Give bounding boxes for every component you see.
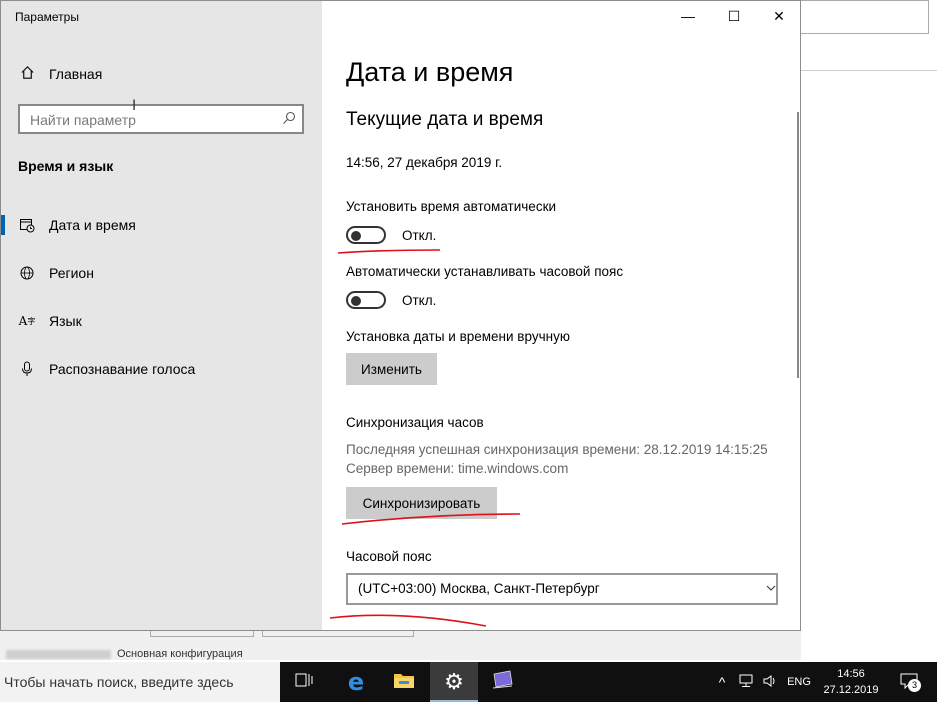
selected-indicator <box>1 215 5 235</box>
current-datetime: 14:56, 27 декабря 2019 г. <box>346 155 503 170</box>
text-cursor-icon: I <box>132 98 137 114</box>
action-center-button[interactable]: 3 <box>894 662 924 702</box>
background-status-text: Основная конфигурация <box>117 648 243 660</box>
page-title: Дата и время <box>346 57 514 87</box>
gear-icon: ⚙ <box>444 669 464 694</box>
sidebar-item-language[interactable]: A字 Язык <box>1 301 322 341</box>
nav-home-label: Главная <box>49 66 103 82</box>
sync-button[interactable]: Синхронизировать <box>346 487 497 519</box>
folder-icon <box>393 671 415 694</box>
background-status-bar: Основная конфигурация <box>0 646 801 662</box>
sidebar-item-label: Язык <box>49 313 82 329</box>
close-icon: ✕ <box>773 7 785 24</box>
notification-icon: 3 <box>900 673 921 692</box>
auto-time-label: Установить время автоматически <box>346 199 557 214</box>
auto-timezone-label: Автоматически устанавливать часовой пояс <box>346 264 624 279</box>
app-title: Параметры <box>15 10 79 24</box>
edge-icon: e <box>347 668 365 696</box>
section-label: Время и язык <box>18 158 114 174</box>
main-content: — ☐ ✕ Дата и время Текущие дата и время … <box>322 1 800 630</box>
minimize-icon: — <box>681 8 695 24</box>
file-explorer-button[interactable] <box>380 662 428 702</box>
auto-time-toggle[interactable] <box>346 226 386 244</box>
background-window <box>801 0 937 660</box>
globe-icon <box>19 265 35 281</box>
task-view-button[interactable] <box>280 662 328 702</box>
auto-timezone-state: Откл. <box>402 293 437 308</box>
task-view-icon <box>295 672 313 693</box>
chevron-down-icon <box>766 583 776 595</box>
sidebar-item-region[interactable]: Регион <box>1 253 322 293</box>
timezone-select[interactable]: (UTC+03:00) Москва, Санкт-Петербург <box>346 573 778 605</box>
network-icon <box>738 674 754 691</box>
timezone-label: Часовой пояс <box>346 549 432 564</box>
home-icon <box>19 65 35 83</box>
sidebar-item-label: Дата и время <box>49 217 136 233</box>
settings-window: Параметры Главная Найти параметр I Время… <box>0 0 801 631</box>
section-title: Текущие дата и время <box>346 109 544 130</box>
taskbar: Чтобы начать поиск, введите здесь e ⚙ ^ … <box>0 662 937 702</box>
search-icon <box>282 111 296 125</box>
language-indicator[interactable]: ENG <box>784 662 814 702</box>
auto-timezone-toggle[interactable] <box>346 291 386 309</box>
timezone-value: (UTC+03:00) Москва, Санкт-Петербург <box>358 581 600 596</box>
last-sync-text: Последняя успешная синхронизация времени… <box>346 442 768 457</box>
app-taskbar-button[interactable] <box>478 662 526 702</box>
calendar-clock-icon <box>19 217 35 233</box>
nav-home[interactable]: Главная <box>19 63 309 85</box>
sync-title: Синхронизация часов <box>346 415 484 430</box>
toggle-knob <box>351 231 361 241</box>
notification-count: 3 <box>908 678 921 692</box>
search-input[interactable]: Найти параметр I <box>18 98 304 134</box>
change-button[interactable]: Изменить <box>346 353 437 385</box>
taskbar-clock[interactable]: 14:56 27.12.2019 <box>812 666 890 698</box>
sidebar-item-label: Распознавание голоса <box>49 361 196 377</box>
sidebar: Параметры Главная Найти параметр I Время… <box>1 1 322 630</box>
language-icon: A字 <box>18 314 36 328</box>
search-placeholder: Найти параметр <box>30 112 136 128</box>
edge-button[interactable]: e <box>332 662 380 702</box>
sidebar-item-speech[interactable]: Распознавание голоса <box>1 349 322 389</box>
sidebar-item-label: Регион <box>49 265 94 281</box>
manual-label: Установка даты и времени вручную <box>346 329 570 344</box>
chevron-up-icon: ^ <box>718 674 726 690</box>
maximize-icon: ☐ <box>727 7 741 24</box>
sidebar-item-date-time[interactable]: Дата и время <box>1 205 322 245</box>
speaker-icon <box>762 674 778 691</box>
taskbar-search-placeholder: Чтобы начать поиск, введите здесь <box>4 674 234 690</box>
tray-overflow-button[interactable]: ^ <box>712 662 732 702</box>
taskbar-time: 14:56 <box>837 668 865 680</box>
minimize-button[interactable]: — <box>665 1 711 31</box>
taskbar-search[interactable]: Чтобы начать поиск, введите здесь <box>0 662 280 702</box>
volume-button[interactable] <box>760 662 780 702</box>
taskbar-date: 27.12.2019 <box>823 684 879 696</box>
auto-time-state: Откл. <box>402 228 437 243</box>
toggle-knob <box>351 296 361 306</box>
settings-taskbar-button[interactable]: ⚙ <box>430 662 478 702</box>
time-server-text: Сервер времени: time.windows.com <box>346 461 569 476</box>
maximize-button[interactable]: ☐ <box>711 1 757 31</box>
app-window-icon <box>490 670 514 695</box>
scrollbar[interactable] <box>797 112 799 378</box>
close-button[interactable]: ✕ <box>756 1 802 31</box>
microphone-icon <box>19 361 35 377</box>
network-button[interactable] <box>736 662 756 702</box>
